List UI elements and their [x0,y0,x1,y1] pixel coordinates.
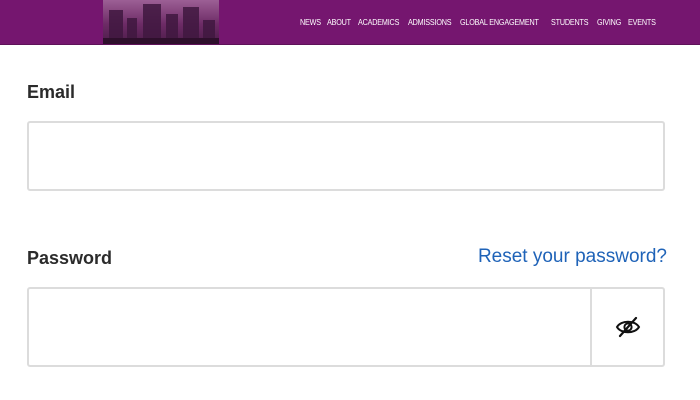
nav-item-global-engagement[interactable]: GLOBAL ENGAGEMENT [460,18,539,27]
password-label: Password [27,248,113,268]
nav-item-students[interactable]: STUDENTS [551,18,589,27]
campus-image [103,0,219,44]
email-input[interactable] [29,123,663,189]
nav-item-academics[interactable]: ACADEMICS [358,18,399,27]
eye-slash-icon [615,316,640,338]
reset-password-link[interactable]: Reset your password? [478,246,667,268]
nav-item-news[interactable]: NEWS [300,18,321,27]
nav-item-giving[interactable]: GIVING [597,18,621,27]
email-field-box [27,121,665,191]
main-nav: NEWS ABOUT ACADEMICS ADMISSIONS GLOBAL E… [300,15,655,29]
password-input[interactable] [29,289,590,365]
nav-item-events[interactable]: EVENTS [628,18,656,27]
nav-item-about[interactable]: ABOUT [327,18,351,27]
password-field-box [27,287,665,367]
top-header-bar: NEWS ABOUT ACADEMICS ADMISSIONS GLOBAL E… [0,0,700,45]
show-password-button[interactable] [590,289,663,365]
nav-item-admissions[interactable]: ADMISSIONS [408,18,452,27]
email-label: Email [27,82,76,102]
